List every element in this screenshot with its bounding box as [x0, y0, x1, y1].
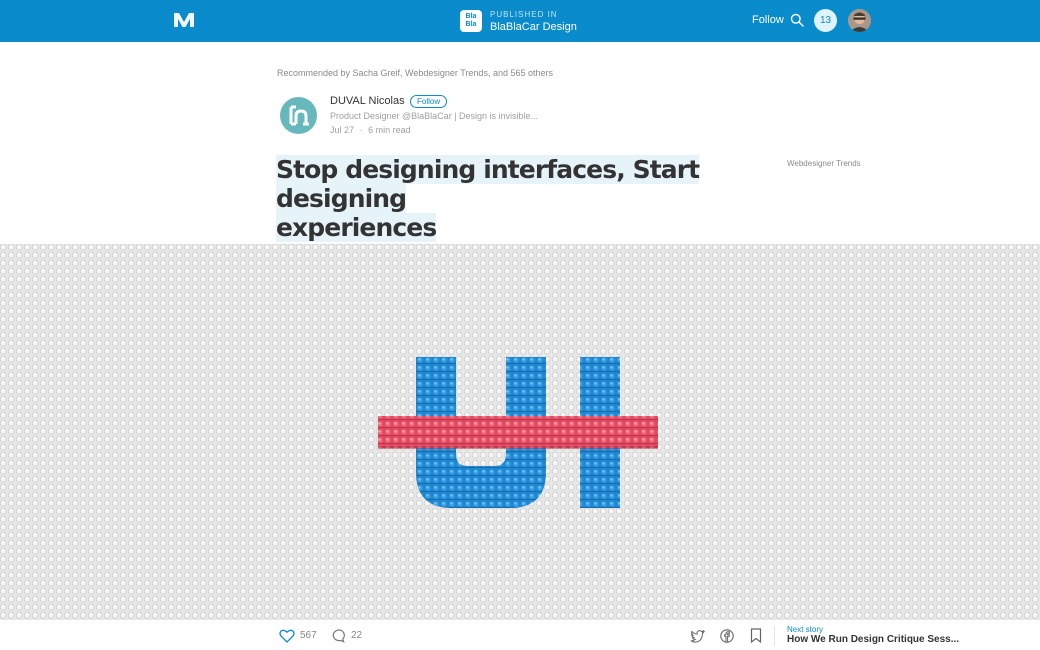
user-avatar-icon[interactable]: [848, 9, 871, 32]
twitter-icon[interactable]: [690, 629, 705, 643]
article-meta: Jul 27 · 6 min read: [330, 125, 411, 135]
hero-image: [0, 244, 1040, 620]
publication-text: PUBLISHED IN BlaBlaCar Design: [490, 9, 577, 34]
author-name[interactable]: DUVAL Nicolas: [330, 95, 405, 107]
recommended-by-text[interactable]: Recommended by Sacha Greif, Webdesigner …: [277, 68, 553, 78]
blablacar-logo: Bla Bla: [460, 10, 482, 32]
article-title: Stop designing interfaces, Start designi…: [276, 155, 766, 242]
comment-count[interactable]: 22: [351, 630, 362, 641]
footer-divider: [774, 626, 775, 646]
heart-icon[interactable]: [279, 629, 295, 643]
next-story-label: Next story: [787, 625, 824, 634]
publication-link[interactable]: Bla Bla PUBLISHED IN BlaBlaCar Design: [460, 6, 577, 36]
author-bio: Product Designer @BlaBlaCar | Design is …: [330, 111, 539, 121]
like-count[interactable]: 567: [300, 630, 317, 641]
follow-publication-button[interactable]: Follow: [752, 14, 784, 26]
title-line-1: Stop designing interfaces, Start designi…: [276, 155, 700, 213]
title-line-2: experiences: [276, 213, 437, 242]
facebook-icon[interactable]: [720, 629, 734, 643]
author-avatar[interactable]: [280, 97, 317, 134]
lego-strike-bar: [378, 416, 658, 448]
meta-separator: ·: [359, 125, 363, 135]
publish-date: Jul 27: [330, 125, 355, 135]
read-time: 6 min read: [368, 125, 411, 135]
publication-name: BlaBlaCar Design: [490, 20, 577, 33]
author-logo-icon: [289, 105, 309, 126]
medium-logo-icon[interactable]: [172, 10, 196, 30]
notification-count-badge[interactable]: 13: [814, 9, 837, 32]
lego-ui-ux-illustration: [378, 357, 658, 508]
comment-icon[interactable]: [330, 629, 345, 643]
logo-text-line-1: Bla: [465, 13, 477, 20]
follow-author-button[interactable]: Follow: [410, 95, 448, 108]
next-story-link[interactable]: How We Run Design Critique Sess...: [787, 634, 959, 645]
side-note: Webdesigner Trends: [787, 159, 861, 168]
search-icon[interactable]: [790, 13, 804, 27]
top-navigation-bar: Bla Bla PUBLISHED IN BlaBlaCar Design Fo…: [0, 0, 1040, 42]
published-in-label: PUBLISHED IN: [490, 9, 558, 19]
bottom-action-bar: 567 22 Next story How We Run Design Crit…: [0, 620, 1040, 650]
logo-text-line-2: Bla: [465, 21, 477, 28]
bookmark-icon[interactable]: [750, 628, 762, 643]
